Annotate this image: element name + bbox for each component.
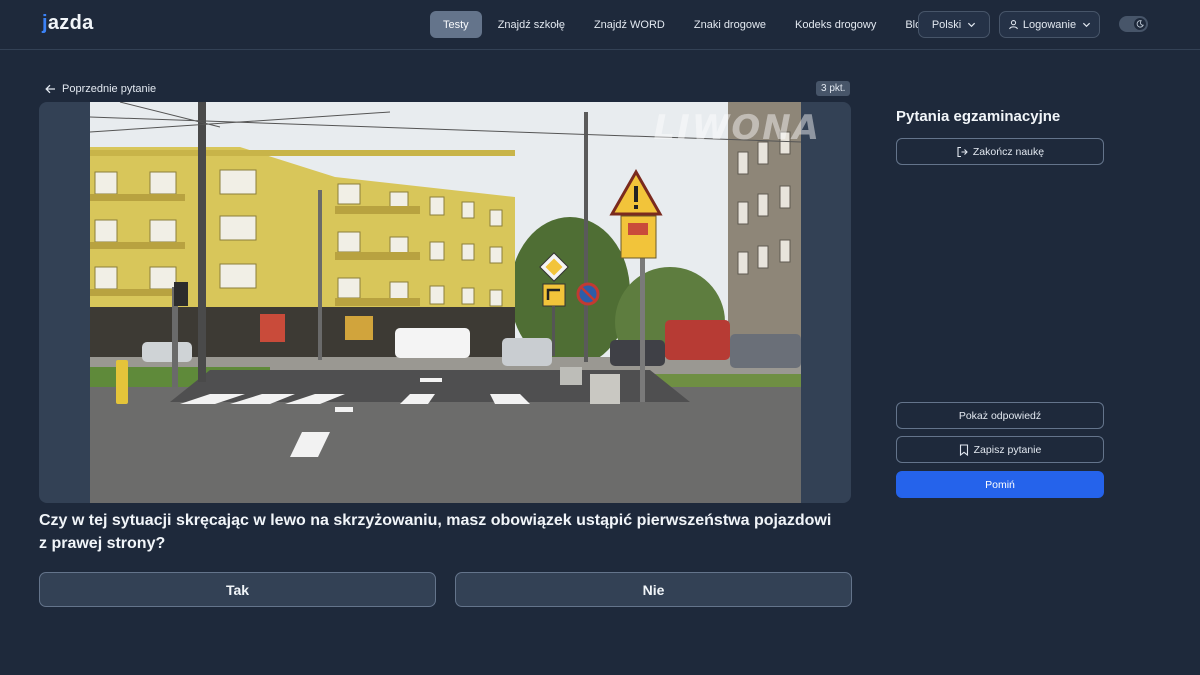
sidebar-title: Pytania egzaminacyjne xyxy=(896,108,1061,125)
intersection-photo xyxy=(90,102,801,503)
language-label: Polski xyxy=(931,18,962,31)
logout-icon xyxy=(957,146,968,157)
top-header: jazda Testy Znajdź szkołę Znajdź WORD Zn… xyxy=(0,0,1200,50)
login-label: Logowanie xyxy=(1022,18,1077,31)
bookmark-icon xyxy=(959,443,968,456)
moon-icon xyxy=(1134,18,1146,30)
previous-question-label: Poprzednie pytanie xyxy=(62,83,157,95)
finish-learning-label: Zakończ naukę xyxy=(972,145,1045,158)
user-icon xyxy=(1009,20,1018,30)
points-badge: 3 pkt. xyxy=(816,81,851,96)
show-answer-button[interactable]: Pokaż odpowiedź xyxy=(896,402,1104,429)
question-media: LIWONA xyxy=(39,102,851,503)
skip-button[interactable]: Pomiń xyxy=(896,471,1104,498)
arrow-left-icon xyxy=(45,84,55,94)
language-select[interactable]: Polski xyxy=(918,11,990,38)
logo-text: jazda xyxy=(42,12,94,34)
save-question-button[interactable]: Zapisz pytanie xyxy=(896,436,1104,463)
save-question-label: Zapisz pytanie xyxy=(973,443,1042,456)
chevron-down-icon xyxy=(1083,22,1091,28)
nav-road-signs[interactable]: Znaki drogowe xyxy=(681,11,779,38)
answer-no-button[interactable]: Nie xyxy=(455,572,852,607)
nav-find-word[interactable]: Znajdź WORD xyxy=(581,11,678,38)
previous-question-link[interactable]: Poprzednie pytanie xyxy=(45,81,156,97)
question-text: Czy w tej sytuacji skręcając w lewo na s… xyxy=(39,512,832,552)
theme-toggle[interactable] xyxy=(1119,16,1148,32)
chevron-down-icon xyxy=(968,22,976,28)
login-button[interactable]: Logowanie xyxy=(999,11,1100,38)
answer-yes-button[interactable]: Tak xyxy=(39,572,436,607)
nav-road-code[interactable]: Kodeks drogowy xyxy=(782,11,889,38)
nav-tests[interactable]: Testy xyxy=(430,11,482,38)
nav-find-school[interactable]: Znajdź szkołę xyxy=(485,11,578,38)
main-nav: Testy Znajdź szkołę Znajdź WORD Znaki dr… xyxy=(430,11,943,38)
finish-learning-button[interactable]: Zakończ naukę xyxy=(896,138,1104,165)
media-watermark: LIWONA xyxy=(653,108,821,148)
logo[interactable]: jazda xyxy=(42,12,94,35)
